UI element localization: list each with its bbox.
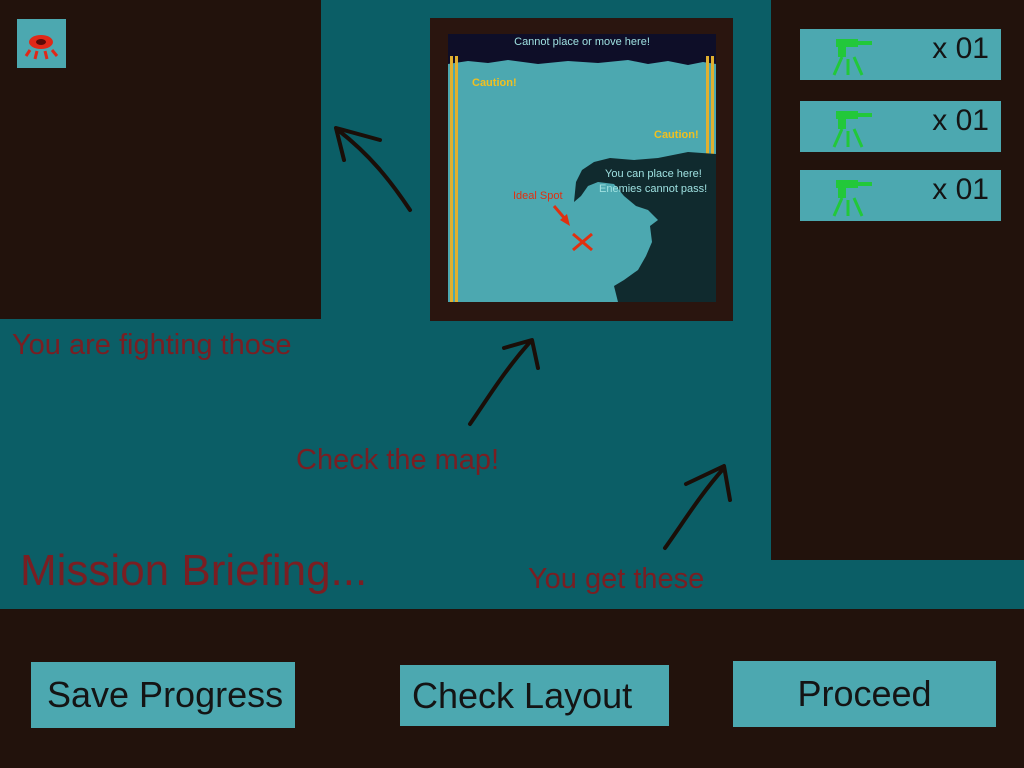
arrow-to-map — [468, 340, 532, 426]
check-layout-label: Check Layout — [412, 674, 633, 716]
caption-enemies: You are fighting those — [12, 329, 292, 361]
save-progress-button[interactable]: Save Progress — [31, 662, 295, 728]
caption-map: Check the map! — [296, 444, 500, 476]
caption-units: You get these — [528, 563, 705, 595]
proceed-button[interactable]: Proceed — [733, 661, 996, 727]
mission-briefing-title: Mission Briefing... — [20, 546, 368, 595]
arrow-to-enemies — [336, 128, 412, 212]
check-layout-button[interactable]: Check Layout — [400, 665, 669, 726]
save-progress-label: Save Progress — [47, 674, 284, 715]
proceed-label: Proceed — [797, 673, 932, 714]
